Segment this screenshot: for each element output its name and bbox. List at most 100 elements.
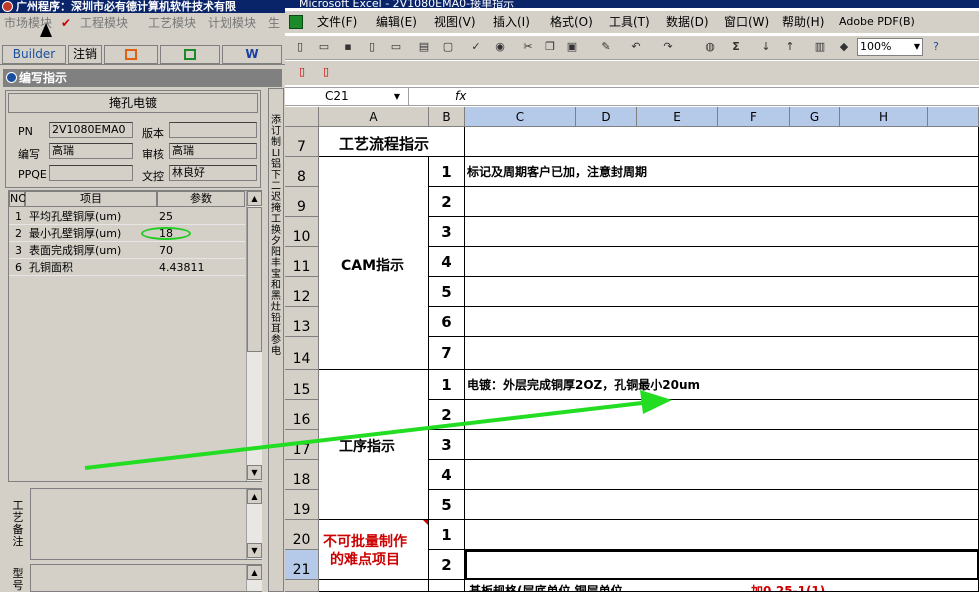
sort-ascending-icon[interactable]: ↓ bbox=[759, 40, 773, 54]
row-header-selected[interactable]: 21 bbox=[285, 550, 319, 580]
note-scrollbar[interactable]: ▲ ▼ bbox=[246, 489, 262, 559]
menu-craft[interactable]: 工艺模块 bbox=[148, 13, 196, 33]
row-header[interactable]: 9 bbox=[285, 187, 319, 217]
menu-tools[interactable]: 工具(T) bbox=[609, 11, 650, 33]
scroll-up-icon[interactable]: ▲ bbox=[247, 565, 262, 580]
row-header[interactable]: 18 bbox=[285, 460, 319, 490]
menu-adobe-pdf[interactable]: Adobe PDF(B) bbox=[839, 11, 915, 33]
craft-note-field[interactable]: ▲ ▼ bbox=[30, 488, 262, 560]
cell-difficult-merged[interactable]: 不可批量制作 的难点项目 bbox=[319, 520, 429, 580]
scroll-up-icon[interactable]: ▲ bbox=[247, 489, 262, 504]
row-header[interactable]: 11 bbox=[285, 247, 319, 277]
name-box[interactable]: C21 ▼ bbox=[287, 88, 409, 105]
column-header-a[interactable]: A bbox=[319, 107, 429, 127]
cam-cell-7[interactable] bbox=[465, 337, 979, 370]
menu-engineering[interactable]: 工程模块 bbox=[80, 13, 128, 33]
difficult-cell-1[interactable] bbox=[465, 520, 979, 550]
pdf-email-icon[interactable]: ▯ bbox=[319, 65, 333, 79]
permission-icon[interactable]: ▯ bbox=[365, 40, 379, 54]
research-icon[interactable]: ◉ bbox=[493, 40, 507, 54]
cell-process-merged[interactable]: 工序指示 bbox=[319, 370, 429, 520]
table-row[interactable]: 6 孔铜面积 4.43811 bbox=[9, 259, 245, 276]
column-header-i[interactable] bbox=[928, 107, 979, 127]
open-icon[interactable]: ▭ bbox=[317, 40, 331, 54]
table-row[interactable]: 2 最小孔壁铜厚(um) 18 bbox=[9, 225, 245, 242]
model-field[interactable]: ▲ bbox=[30, 564, 262, 592]
row-header[interactable]: 16 bbox=[285, 400, 319, 430]
redo-icon[interactable]: ↷ bbox=[661, 40, 675, 54]
cut-icon[interactable]: ✂ bbox=[521, 40, 535, 54]
new-icon[interactable]: ▯ bbox=[293, 40, 307, 54]
row-header[interactable]: 20 bbox=[285, 520, 319, 550]
column-header-f[interactable]: F bbox=[718, 107, 790, 127]
autosum-icon[interactable]: Σ bbox=[729, 40, 743, 54]
print-icon[interactable]: ▤ bbox=[417, 40, 431, 54]
column-header-h[interactable]: H bbox=[840, 107, 928, 127]
help-icon[interactable]: ? bbox=[929, 40, 943, 54]
cam-cell-1[interactable]: 标记及周期客户已加，注意封周期 bbox=[465, 157, 979, 187]
scroll-up-icon[interactable]: ▲ bbox=[247, 191, 262, 206]
drawing-icon[interactable]: ◆ bbox=[837, 40, 851, 54]
row-header[interactable] bbox=[285, 580, 319, 592]
menu-data[interactable]: 数据(D) bbox=[666, 11, 709, 33]
zoom-select[interactable]: 100% ▼ bbox=[857, 38, 923, 56]
chart-wizard-icon[interactable]: ▥ bbox=[813, 40, 827, 54]
process-cell-5[interactable] bbox=[465, 490, 979, 520]
builder-button[interactable]: Builder bbox=[2, 45, 66, 64]
column-header-g[interactable]: G bbox=[790, 107, 840, 127]
cell-a7[interactable]: 工艺流程指示 bbox=[319, 127, 465, 157]
cell-a22[interactable] bbox=[319, 580, 429, 592]
cam-cell-6[interactable] bbox=[465, 307, 979, 337]
version-field[interactable] bbox=[169, 122, 257, 138]
cam-num[interactable]: 7 bbox=[429, 337, 465, 370]
undo-icon[interactable]: ↶ bbox=[629, 40, 643, 54]
scroll-down-icon[interactable]: ▼ bbox=[247, 465, 262, 480]
save-icon[interactable]: ▪ bbox=[341, 40, 355, 54]
menu-more[interactable]: 生 bbox=[268, 13, 280, 33]
cam-num[interactable]: 2 bbox=[429, 187, 465, 217]
table-row[interactable]: 3 表面完成铜厚(um) 70 bbox=[9, 242, 245, 259]
paste-icon[interactable]: ▣ bbox=[565, 40, 579, 54]
process-num[interactable]: 4 bbox=[429, 460, 465, 490]
cam-num[interactable]: 4 bbox=[429, 247, 465, 277]
process-cell-3[interactable] bbox=[465, 430, 979, 460]
row-header[interactable]: 13 bbox=[285, 307, 319, 337]
review-field[interactable]: 高瑞 bbox=[169, 143, 257, 159]
doc-ctrl-field[interactable]: 林良好 bbox=[169, 165, 257, 181]
column-header-b[interactable]: B bbox=[429, 107, 465, 127]
menu-edit[interactable]: 编辑(E) bbox=[376, 11, 417, 33]
menu-format[interactable]: 格式(O) bbox=[550, 11, 593, 33]
table-row[interactable]: 1 平均孔壁铜厚(um) 25 bbox=[9, 208, 245, 225]
email-icon[interactable]: ▭ bbox=[389, 40, 403, 54]
process-num[interactable]: 1 bbox=[429, 370, 465, 400]
row-header[interactable]: 14 bbox=[285, 337, 319, 370]
logout-button[interactable]: 注销 bbox=[68, 45, 102, 64]
menu-help[interactable]: 帮助(H) bbox=[782, 11, 824, 33]
row-header[interactable]: 15 bbox=[285, 370, 319, 400]
menu-file[interactable]: 文件(F) bbox=[317, 11, 357, 33]
process-num[interactable]: 5 bbox=[429, 490, 465, 520]
cell-c22[interactable]: 基板规格(层底单位 铜层单位 加0.25-1(1) bbox=[465, 580, 979, 592]
grid-scrollbar[interactable]: ▲ ▼ bbox=[246, 191, 262, 481]
difficult-num[interactable]: 2 bbox=[429, 550, 465, 580]
row-header[interactable]: 12 bbox=[285, 277, 319, 307]
formula-input[interactable] bbox=[471, 88, 979, 105]
function-icon[interactable]: fx bbox=[455, 88, 466, 105]
model-scrollbar[interactable]: ▲ bbox=[246, 565, 262, 591]
excel-button[interactable] bbox=[160, 45, 220, 64]
cell-c7[interactable] bbox=[465, 127, 979, 157]
cam-cell-5[interactable] bbox=[465, 277, 979, 307]
cell-b22[interactable] bbox=[429, 580, 465, 592]
menu-window[interactable]: 窗口(W) bbox=[724, 11, 769, 33]
cam-num[interactable]: 1 bbox=[429, 157, 465, 187]
row-header[interactable]: 8 bbox=[285, 157, 319, 187]
column-header-c[interactable]: C bbox=[465, 107, 576, 127]
scroll-thumb[interactable] bbox=[247, 207, 262, 352]
cam-cell-4[interactable] bbox=[465, 247, 979, 277]
process-num[interactable]: 2 bbox=[429, 400, 465, 430]
excel-icon[interactable] bbox=[289, 15, 303, 29]
word-button[interactable]: W bbox=[222, 45, 282, 64]
column-header-e[interactable]: E bbox=[637, 107, 718, 127]
scroll-down-icon[interactable]: ▼ bbox=[247, 543, 262, 558]
menu-insert[interactable]: 插入(I) bbox=[493, 11, 530, 33]
